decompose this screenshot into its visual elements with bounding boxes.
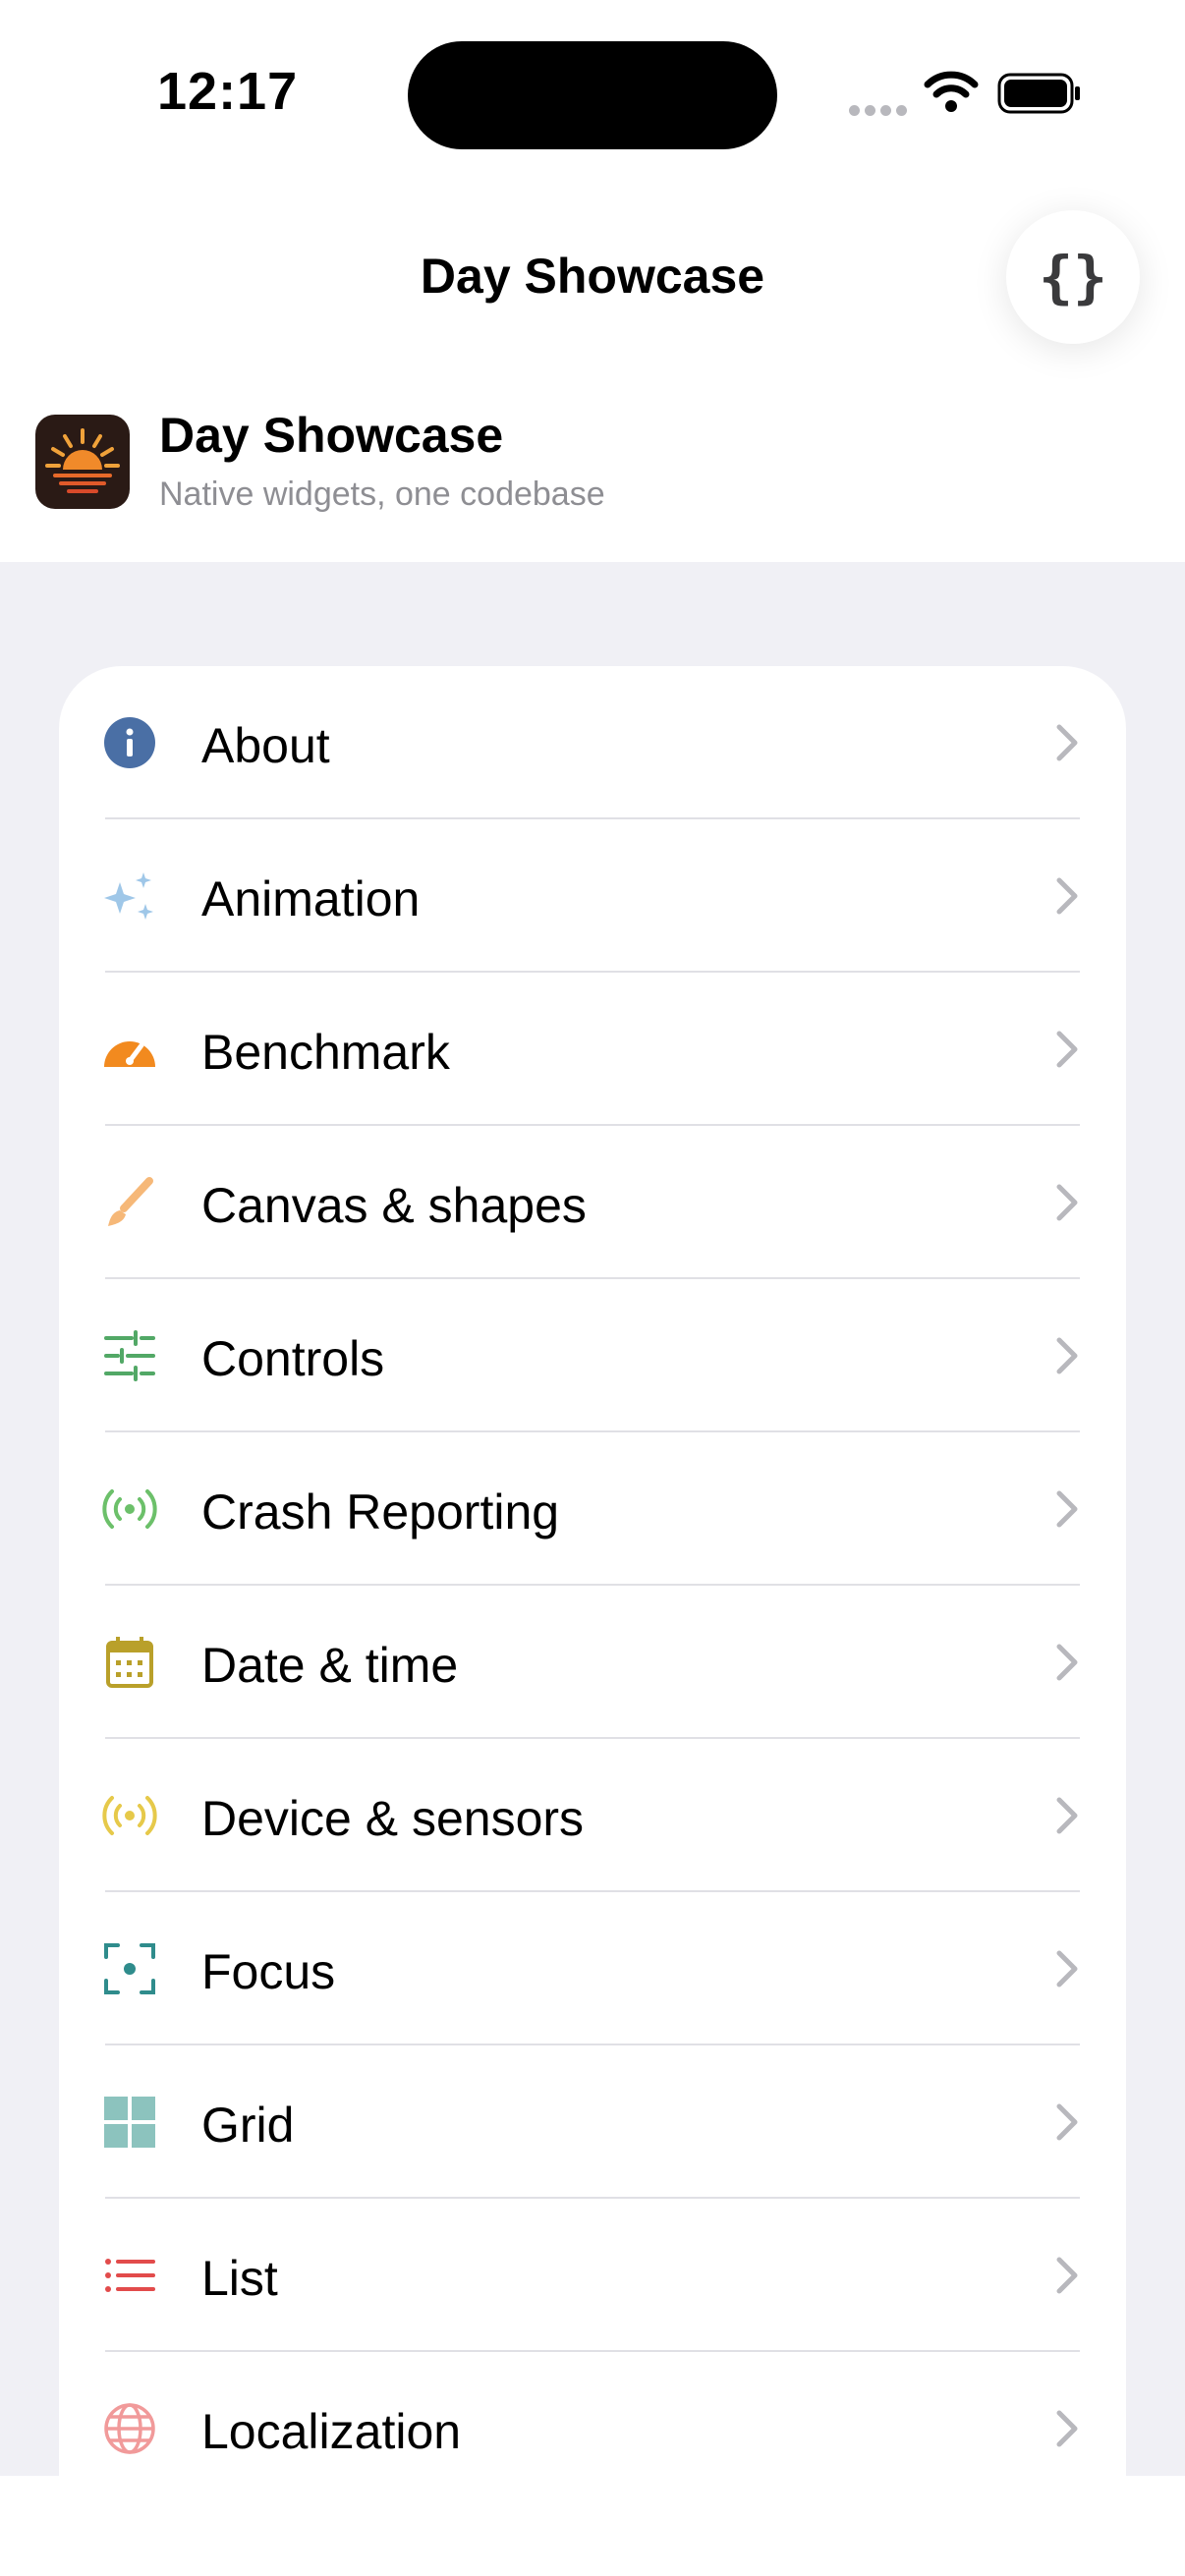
list-item-controls[interactable]: Controls: [59, 1279, 1126, 1432]
chevron-right-icon: [1056, 724, 1078, 761]
list-item-label: Animation: [201, 871, 421, 926]
list-item-label: Date & time: [201, 1638, 459, 1693]
status-bar: 12:17: [0, 0, 1185, 187]
grid-icon: [104, 2097, 155, 2148]
list-item-focus[interactable]: Focus: [59, 1892, 1126, 2045]
battery-icon: [997, 73, 1080, 114]
app-header: Day Showcase Native widgets, one codebas…: [0, 393, 1185, 562]
brush-icon: [108, 1177, 153, 1226]
gauge-icon: [104, 1041, 155, 1067]
showcase-menu-list: About Animation Benchmark Canvas & shape…: [59, 666, 1126, 2476]
info-icon: [104, 717, 155, 768]
list-item-grid[interactable]: Grid: [59, 2045, 1126, 2199]
app-name: Day Showcase: [159, 408, 504, 463]
chevron-right-icon: [1056, 1950, 1078, 1988]
sparkles-icon: [104, 872, 153, 920]
list-item-label: Device & sensors: [201, 1791, 585, 1846]
chevron-right-icon: [1056, 2103, 1078, 2141]
chevron-right-icon: [1056, 1184, 1078, 1221]
chevron-right-icon: [1056, 1490, 1078, 1528]
chevron-right-icon: [1056, 2257, 1078, 2294]
list-item-animation[interactable]: Animation: [59, 819, 1126, 973]
focus-icon: [104, 1943, 155, 1994]
list-item-label: About: [201, 718, 330, 773]
list-icon: [105, 2259, 155, 2292]
broadcast-icon: [102, 1489, 157, 1529]
status-time: 12:17: [157, 62, 299, 121]
calendar-icon: [106, 1637, 153, 1688]
list-item-device-sensors[interactable]: Device & sensors: [59, 1739, 1126, 1892]
list-item-benchmark[interactable]: Benchmark: [59, 973, 1126, 1126]
list-item-about[interactable]: About: [59, 666, 1126, 819]
dynamic-island: [408, 41, 777, 149]
sunrise-app-icon: [35, 415, 130, 509]
list-item-label: Crash Reporting: [201, 1484, 560, 1540]
code-view-button[interactable]: {}: [1006, 210, 1140, 344]
list-item-label: List: [201, 2251, 278, 2306]
chevron-right-icon: [1056, 877, 1078, 915]
list-item-label: Grid: [201, 2098, 295, 2153]
chevron-right-icon: [1056, 1031, 1078, 1068]
wifi-icon: [924, 71, 979, 112]
chevron-right-icon: [1056, 1797, 1078, 1834]
list-item-list[interactable]: List: [59, 2199, 1126, 2352]
sliders-icon: [104, 1330, 155, 1381]
list-item-label: Localization: [201, 2404, 462, 2459]
list-item-label: Benchmark: [201, 1025, 450, 1080]
globe-icon: [104, 2403, 155, 2454]
sensor-broadcast-icon: [102, 1796, 157, 1835]
list-item-localization[interactable]: Localization: [59, 2352, 1126, 2476]
list-item-label: Controls: [201, 1331, 385, 1386]
list-item-crash-reporting[interactable]: Crash Reporting: [59, 1432, 1126, 1586]
braces-icon: {}: [1039, 244, 1107, 310]
cellular-signal-icon: [849, 103, 912, 121]
list-item-label: Canvas & shapes: [201, 1178, 587, 1233]
app-tagline: Native widgets, one codebase: [159, 476, 605, 513]
list-item-date-time[interactable]: Date & time: [59, 1586, 1126, 1739]
list-item-canvas-shapes[interactable]: Canvas & shapes: [59, 1126, 1126, 1279]
chevron-right-icon: [1056, 1337, 1078, 1374]
chevron-right-icon: [1056, 2410, 1078, 2447]
list-item-label: Focus: [201, 1944, 336, 1999]
chevron-right-icon: [1056, 1644, 1078, 1681]
bottom-area: [0, 2476, 1185, 2576]
